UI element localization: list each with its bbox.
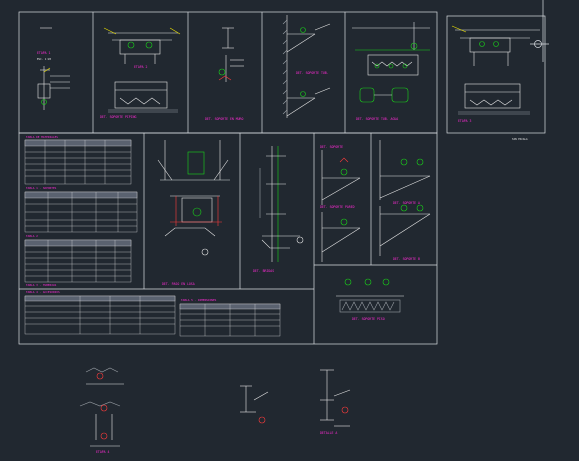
crosshair-marker bbox=[530, 0, 549, 62]
middle-sheet-frame bbox=[18, 132, 438, 345]
detail-soporte-tub bbox=[282, 15, 331, 118]
detail-etapa-2 bbox=[103, 27, 181, 113]
title-soporte-muro: DET. SOPORTE EN MURO bbox=[205, 117, 244, 121]
detail-free-mid bbox=[240, 385, 269, 424]
title-soporte-piping: DET. SOPORTE PIPING bbox=[100, 115, 137, 119]
reference-note: SIN ESCALA bbox=[512, 138, 528, 141]
title-bridas: DET. BRIDAS bbox=[253, 269, 275, 273]
detail-soporte-agua bbox=[352, 22, 430, 103]
right-sheet-frame bbox=[446, 15, 546, 134]
table1-title: TABLA 1 - SOPORTES bbox=[26, 186, 57, 190]
detail-free-left bbox=[79, 367, 124, 447]
title-soporte-b: DET. SOPORTE B bbox=[393, 257, 420, 261]
detail-soporte-piso bbox=[336, 278, 404, 313]
table3-title: TABLA 3 - TUBERIAS bbox=[26, 283, 57, 287]
tables-bottom bbox=[24, 295, 281, 337]
table5-title: TABLA 5 - DIMENSIONES bbox=[181, 298, 217, 302]
detail-paso-losa bbox=[157, 140, 230, 256]
scale-note: ESC. 1:20 bbox=[37, 58, 52, 61]
sheet-frames bbox=[18, 11, 546, 345]
table2-title: TABLA 2 bbox=[26, 234, 38, 238]
title-etapa-1: ETAPA 1 bbox=[37, 51, 51, 55]
title-paso-losa: DET. PASO EN LOSA bbox=[162, 282, 195, 286]
title-etapa-3: ETAPA 3 bbox=[458, 119, 472, 123]
detail-soporte-ab bbox=[379, 140, 431, 256]
detail-bridas bbox=[259, 146, 304, 262]
cad-drawing-canvas bbox=[18, 0, 549, 447]
detail-free-right bbox=[320, 369, 351, 427]
title-soporte-a: DET. SOPORTE A bbox=[393, 201, 420, 205]
table4-title: TABLA 4 - ACCESORIOS bbox=[26, 290, 60, 294]
tables-left bbox=[24, 139, 138, 283]
detail-etapa-3 bbox=[451, 25, 540, 115]
title-soporte-agua: DET. SOPORTE TUB. AGUA bbox=[356, 117, 399, 121]
detail-etapa-1 bbox=[37, 27, 70, 110]
title-soporte-tub: DET. SOPORTE TUB. bbox=[296, 71, 329, 75]
title-soporte: DET. SOPORTE bbox=[320, 145, 344, 149]
title-detalle-a: DETALLE A bbox=[320, 431, 338, 435]
title-soporte-pared: DET. SOPORTE PARED bbox=[320, 205, 355, 209]
title-soporte-piso: DET. SOPORTE PISO bbox=[352, 317, 385, 321]
title-etapa-4: ETAPA 4 bbox=[96, 450, 110, 454]
detail-soporte-muro bbox=[218, 27, 244, 82]
title-etapa-2: ETAPA 2 bbox=[134, 65, 148, 69]
title-tabla-materiales: TABLA DE MATERIALES bbox=[26, 135, 58, 139]
